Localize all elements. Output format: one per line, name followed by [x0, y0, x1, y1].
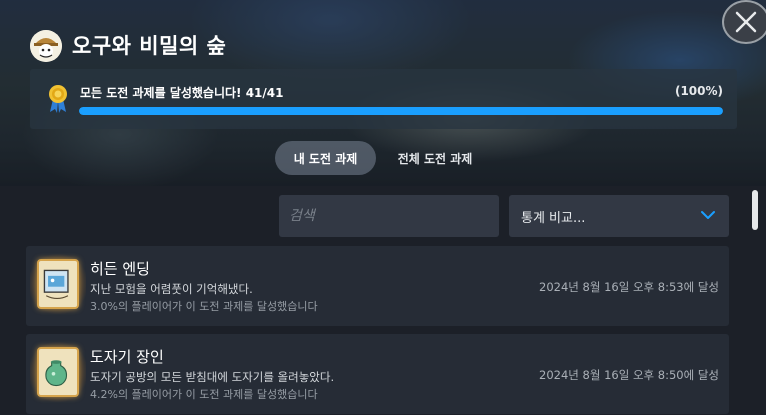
progress-bar-fill: [79, 107, 723, 115]
progress-message: 모든 도전 과제를 달성했습니다! 41/41: [80, 86, 284, 100]
achievement-rate: 4.2%의 플레이어가 이 도전 과제를 달성했습니다: [90, 388, 318, 401]
progress-bar: [79, 107, 723, 115]
list-item[interactable]: 히든 엔딩 지난 모험을 어렴풋이 기억해냈다. 3.0%의 플레이어가 이 도…: [26, 246, 729, 326]
game-title: 오구와 비밀의 숲: [72, 34, 227, 58]
compare-stats-dropdown[interactable]: 통계 비교...: [509, 195, 729, 237]
progress-percent: (100%): [674, 84, 723, 98]
close-icon: [735, 11, 757, 33]
achievement-icon-glow: [30, 342, 86, 402]
game-logo-icon: [30, 30, 62, 62]
search-input[interactable]: [289, 208, 499, 224]
close-button[interactable]: [722, 0, 766, 44]
achievement-date: 2024년 8월 16일 오후 8:53에 달성: [539, 280, 719, 294]
list-item[interactable]: 도자기 장인 도자기 공방의 모든 받침대에 도자기를 올려놓았다. 4.2%의…: [26, 334, 729, 414]
chevron-down-icon: [701, 211, 715, 219]
medal-icon: [49, 85, 67, 113]
compare-stats-label: 통계 비교...: [521, 210, 586, 226]
pottery-icon: [37, 347, 79, 397]
achievement-rate: 3.0%의 플레이어가 이 도전 과제를 달성했습니다: [90, 300, 318, 313]
achievement-icon-glow: [30, 254, 86, 314]
achievement-description: 도자기 공방의 모든 받침대에 도자기를 올려놓았다.: [90, 370, 335, 384]
tab-all-achievements[interactable]: 전체 도전 과제: [383, 141, 487, 175]
achievement-name: 히든 엔딩: [90, 260, 150, 278]
achievement-description: 지난 모험을 어렴풋이 기억해냈다.: [90, 282, 253, 296]
achievement-date: 2024년 8월 16일 오후 8:50에 달성: [539, 368, 719, 382]
search-field[interactable]: [279, 195, 499, 237]
photo-frame-icon: [37, 259, 79, 309]
achievement-name: 도자기 장인: [90, 348, 164, 366]
progress-panel: 모든 도전 과제를 달성했습니다! 41/41 (100%): [30, 69, 737, 129]
scrollbar-thumb[interactable]: [752, 190, 758, 230]
tab-my-achievements[interactable]: 내 도전 과제: [275, 141, 376, 175]
